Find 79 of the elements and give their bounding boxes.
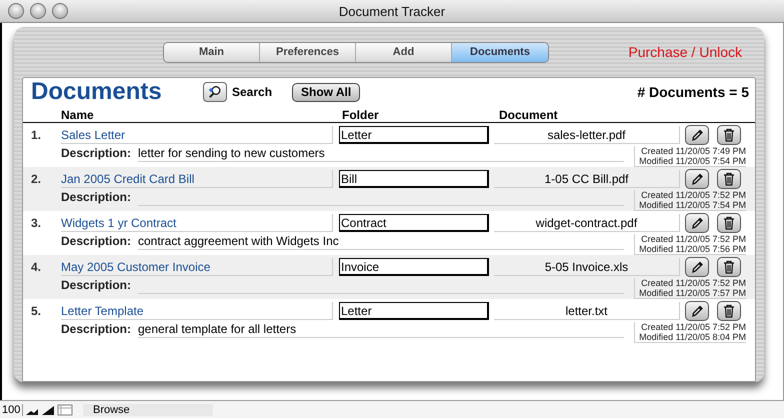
pencil-icon <box>690 216 704 230</box>
column-header: Name <box>61 108 94 122</box>
folder-field[interactable]: Letter <box>339 126 489 144</box>
row-number: 3. <box>31 216 42 230</box>
document-field[interactable]: 1-05 CC Bill.pdf <box>494 170 680 188</box>
description-field[interactable]: letter for sending to new customers <box>138 145 624 162</box>
trash-icon <box>723 172 735 186</box>
search-button[interactable] <box>203 82 227 102</box>
modified-date: Modified 11/20/05 8:04 PM <box>639 332 746 342</box>
name-field[interactable]: Widgets 1 yr Contract <box>61 214 333 232</box>
column-header: Document <box>499 108 558 122</box>
description-label: Description: <box>61 145 132 161</box>
name-field[interactable]: Sales Letter <box>61 126 333 144</box>
description-label: Description: <box>61 233 132 249</box>
show-all-button[interactable]: Show All <box>292 82 360 102</box>
trash-icon <box>723 304 735 318</box>
trash-icon <box>723 128 735 142</box>
modified-date: Modified 11/20/05 7:56 PM <box>639 244 746 254</box>
tab[interactable]: Add <box>356 42 452 62</box>
document-field[interactable]: letter.txt <box>494 302 680 320</box>
name-field[interactable]: Letter Template <box>61 302 333 320</box>
name-field[interactable]: May 2005 Customer Invoice <box>61 258 333 276</box>
row-number: 4. <box>31 260 42 274</box>
folder-field[interactable]: Bill <box>339 170 489 188</box>
pencil-icon <box>690 128 704 142</box>
zoom-button[interactable] <box>52 3 68 19</box>
pencil-icon <box>690 304 704 318</box>
zoom-in-icon[interactable] <box>41 404 55 416</box>
document-count: # Documents = 5 <box>637 84 749 100</box>
pencil-icon <box>690 172 704 186</box>
delete-button[interactable] <box>717 256 741 276</box>
column-header: Folder <box>342 108 379 122</box>
edit-button[interactable] <box>685 256 709 276</box>
minimize-button[interactable] <box>30 3 46 19</box>
modified-date: Modified 11/20/05 7:54 PM <box>639 156 746 166</box>
row-number: 1. <box>31 128 42 142</box>
modified-date: Modified 11/20/05 7:54 PM <box>639 200 746 210</box>
description-field[interactable]: general template for all letters <box>138 321 624 338</box>
created-date: Created 11/20/05 7:52 PM <box>641 278 746 288</box>
description-label: Description: <box>61 277 132 293</box>
zoom-level[interactable]: 100 <box>0 404 23 416</box>
panel-title: Documents <box>31 78 163 106</box>
row-number: 5. <box>31 304 42 318</box>
trash-icon <box>723 260 735 274</box>
document-field[interactable]: widget-contract.pdf <box>494 214 680 232</box>
description-field[interactable]: contract aggreement with Widgets Inc <box>138 233 624 250</box>
delete-button[interactable] <box>717 212 741 232</box>
row-number: 2. <box>31 172 42 186</box>
folder-field[interactable]: Contract <box>339 214 489 232</box>
created-date: Created 11/20/05 7:52 PM <box>641 190 746 200</box>
delete-button[interactable] <box>717 124 741 144</box>
edit-button[interactable] <box>685 212 709 232</box>
description-label: Description: <box>61 321 132 337</box>
created-date: Created 11/20/05 7:49 PM <box>641 146 746 156</box>
window-title: Document Tracker <box>338 4 446 18</box>
name-field[interactable]: Jan 2005 Credit Card Bill <box>61 170 333 188</box>
close-button[interactable] <box>8 3 24 19</box>
folder-field[interactable]: Invoice <box>339 258 489 276</box>
tab[interactable]: Preferences <box>260 42 356 62</box>
delete-button[interactable] <box>717 300 741 320</box>
created-date: Created 11/20/05 7:52 PM <box>641 234 746 244</box>
edit-button[interactable] <box>685 300 709 320</box>
created-date: Created 11/20/05 7:52 PM <box>641 322 746 332</box>
tab[interactable]: Documents <box>452 42 548 62</box>
folder-field[interactable]: Letter <box>339 302 489 320</box>
document-field[interactable]: 5-05 Invoice.xls <box>494 258 680 276</box>
trash-icon <box>723 216 735 230</box>
document-field[interactable]: sales-letter.pdf <box>494 126 680 144</box>
delete-button[interactable] <box>717 168 741 188</box>
tab[interactable]: Main <box>164 42 260 62</box>
edit-button[interactable] <box>685 124 709 144</box>
pencil-icon <box>690 260 704 274</box>
search-icon <box>208 85 222 99</box>
search-label: Search <box>232 85 274 99</box>
mode-label: Browse <box>83 404 213 416</box>
modified-date: Modified 11/20/05 7:57 PM <box>639 288 746 298</box>
purchase-link[interactable]: Purchase / Unlock <box>628 44 742 60</box>
edit-button[interactable] <box>685 168 709 188</box>
description-label: Description: <box>61 189 132 205</box>
